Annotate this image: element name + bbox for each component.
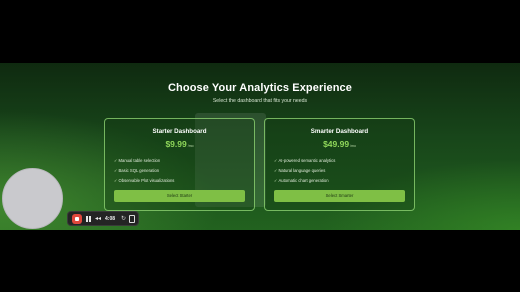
page-subtitle: Select the dashboard that fits your need… (212, 98, 308, 104)
price-period: /mo (187, 144, 194, 148)
feature-item: ✓Automatic chart generation (274, 176, 335, 186)
feature-item: ✓AI-powered semantic analytics (274, 156, 335, 166)
plan-card-starter: Starter Dashboard $9.99/mo ✓Manual table… (104, 118, 255, 211)
trash-icon[interactable] (129, 215, 135, 223)
plan-name: Smarter Dashboard (310, 128, 369, 135)
recording-toolbar: ◂◂ 4:08 ↻ (67, 211, 139, 226)
feature-text: Observable Plot visualizations (118, 178, 175, 183)
select-starter-button[interactable]: Select Starter (114, 190, 245, 202)
check-icon: ✓ (114, 168, 118, 173)
feature-text: Basic SQL generation (118, 168, 160, 173)
feature-item: ✓Observable Plot visualizations (114, 176, 174, 186)
select-smarter-button[interactable]: Select Smarter (274, 190, 405, 202)
feature-text: Automatic chart generation (278, 178, 329, 183)
rewind-icon[interactable]: ◂◂ (95, 215, 101, 223)
stop-icon[interactable] (72, 214, 82, 224)
price-period: /mo (350, 144, 356, 148)
price-amount: $49.99 (323, 139, 350, 149)
feature-item: ✓Basic SQL generation (114, 166, 174, 176)
price-amount: $9.99 (165, 139, 187, 149)
restart-icon[interactable]: ↻ (121, 215, 126, 223)
check-icon: ✓ (274, 168, 278, 173)
page-title: Choose Your Analytics Experience (168, 82, 352, 94)
check-icon: ✓ (274, 178, 278, 183)
feature-text: AI-powered semantic analytics (278, 158, 336, 163)
check-icon: ✓ (114, 158, 118, 163)
webcam-bubble[interactable] (2, 168, 63, 229)
recording-timer: 4:08 (105, 216, 116, 222)
feature-item: ✓Manual table selection (114, 156, 174, 166)
feature-list: ✓AI-powered semantic analytics ✓Natural … (274, 156, 335, 186)
plan-name: Starter Dashboard (152, 128, 207, 135)
feature-text: Manual table selection (118, 158, 161, 163)
check-icon: ✓ (114, 178, 118, 183)
check-icon: ✓ (274, 158, 278, 163)
plan-price: $9.99/mo (105, 139, 254, 149)
plan-price: $49.99/mo (265, 139, 414, 149)
feature-list: ✓Manual table selection ✓Basic SQL gener… (114, 156, 174, 186)
pricing-section: Choose Your Analytics Experience Select … (0, 63, 520, 230)
plan-card-smarter: Smarter Dashboard $49.99/mo ✓AI-powered … (264, 118, 415, 211)
feature-item: ✓Natural language queries (274, 166, 335, 176)
pause-icon[interactable] (86, 216, 91, 222)
feature-text: Natural language queries (278, 168, 326, 173)
